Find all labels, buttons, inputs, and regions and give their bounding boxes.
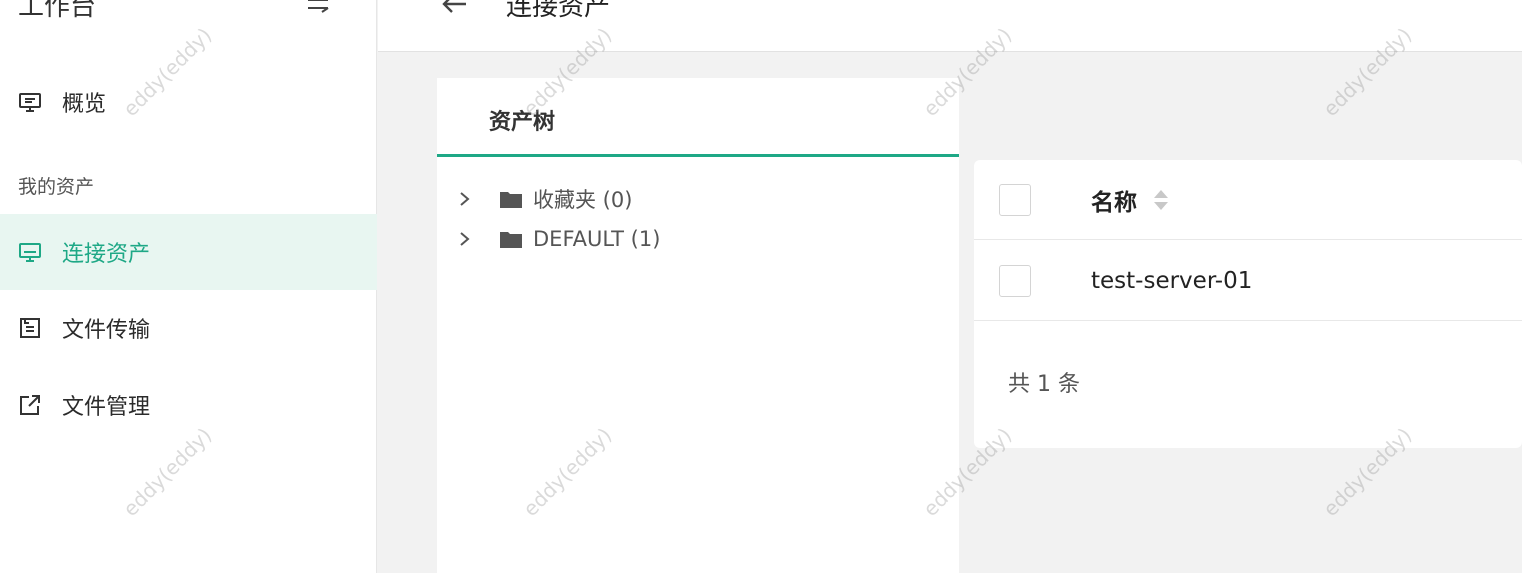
monitor-icon [18,90,42,114]
external-link-icon [18,393,42,417]
tree-node-favorites[interactable]: 收藏夹 (0) [457,184,632,214]
chevron-right-icon[interactable] [457,190,473,208]
table-row[interactable]: test-server-01 [974,241,1522,321]
sidebar-item-label: 概览 [62,92,107,117]
back-arrow-icon[interactable] [440,0,470,16]
tree-node-default[interactable]: DEFAULT (1) [457,224,660,254]
sidebar-title: 工作台 [18,0,97,22]
sidebar-item-overview[interactable]: 概览 [0,64,377,140]
collapse-sidebar-icon[interactable] [304,0,332,16]
column-header-label: 名称 [1091,189,1137,216]
tree-node-label: 收藏夹 (0) [533,188,633,212]
asset-table: 名称 test-server-01 共 1 条 [974,160,1522,448]
sidebar-item-label: 连接资产 [62,242,151,267]
sidebar: 工作台 概览 我的资产 连接资产 文件传输 文件管理 [0,0,377,573]
tree-node-label: DEFAULT (1) [533,227,661,251]
pagination-total: 共 1 条 [1008,372,1080,397]
folder-icon [499,189,523,209]
column-header-name[interactable]: 名称 [1091,183,1171,217]
sidebar-item-connect-assets[interactable]: 连接资产 [0,214,377,290]
sidebar-item-file-management[interactable]: 文件管理 [0,367,377,443]
sidebar-item-label: 文件管理 [62,395,151,420]
sidebar-group-label: 我的资产 [18,176,95,198]
sidebar-item-label: 文件传输 [62,318,151,343]
sidebar-item-file-transfer[interactable]: 文件传输 [0,290,377,366]
asset-name-cell[interactable]: test-server-01 [1091,268,1252,294]
tab-active-indicator [437,154,959,157]
sort-icon[interactable] [1151,187,1171,213]
folder-icon [499,229,523,249]
row-checkbox[interactable] [999,264,1031,297]
tab-asset-tree[interactable]: 资产树 [489,104,555,136]
file-transfer-icon [18,316,42,340]
select-all-checkbox[interactable] [999,183,1031,216]
chevron-right-icon[interactable] [457,230,473,248]
header: 连接资产 [378,0,1522,52]
table-header-row: 名称 [974,160,1522,240]
asset-tree-panel: 资产树 收藏夹 (0) DEFAULT (1) [437,78,959,573]
desktop-connect-icon [18,240,42,264]
page-title: 连接资产 [506,0,611,22]
